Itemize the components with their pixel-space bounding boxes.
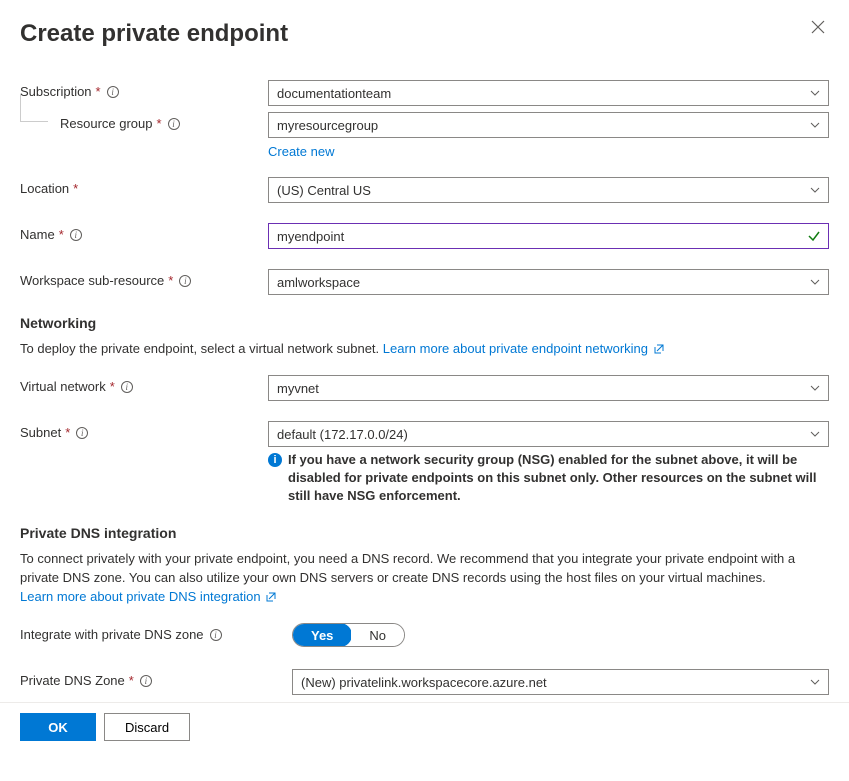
vnet-label: Virtual network * i xyxy=(20,375,268,394)
networking-learn-more-link[interactable]: Learn more about private endpoint networ… xyxy=(383,341,664,356)
info-icon[interactable]: i xyxy=(76,427,88,439)
external-link-icon xyxy=(266,588,276,607)
workspace-sub-label: Workspace sub-resource * i xyxy=(20,269,268,288)
info-icon[interactable]: i xyxy=(121,381,133,393)
external-link-icon xyxy=(654,340,664,359)
info-icon[interactable]: i xyxy=(70,229,82,241)
resource-group-select[interactable]: myresourcegroup xyxy=(268,112,829,138)
dns-learn-more-link[interactable]: Learn more about private DNS integration xyxy=(20,589,276,604)
info-icon[interactable]: i xyxy=(168,118,180,130)
subnet-select[interactable]: default (172.17.0.0/24) xyxy=(268,421,829,447)
toggle-yes[interactable]: Yes xyxy=(292,623,352,647)
footer: OK Discard xyxy=(0,702,849,751)
ok-button[interactable]: OK xyxy=(20,713,96,741)
resource-group-label: Resource group * i xyxy=(60,112,268,131)
subscription-label: Subscription * i xyxy=(20,80,268,99)
info-circle-icon: i xyxy=(268,453,282,467)
info-icon[interactable]: i xyxy=(140,675,152,687)
dns-zone-select[interactable]: (New) privatelink.workspacecore.azure.ne… xyxy=(292,669,829,695)
check-icon xyxy=(807,229,821,243)
toggle-no[interactable]: No xyxy=(351,624,404,646)
dns-description: To connect privately with your private e… xyxy=(20,549,829,607)
workspace-sub-select[interactable]: amlworkspace xyxy=(268,269,829,295)
subnet-label: Subnet * i xyxy=(20,421,268,440)
name-input[interactable]: myendpoint xyxy=(268,223,829,249)
info-icon[interactable]: i xyxy=(107,86,119,98)
tree-line xyxy=(20,94,48,122)
dns-heading: Private DNS integration xyxy=(20,525,829,541)
info-icon[interactable]: i xyxy=(179,275,191,287)
info-icon[interactable]: i xyxy=(210,629,222,641)
create-new-link[interactable]: Create new xyxy=(268,144,334,159)
integrate-label: Integrate with private DNS zone i xyxy=(20,623,292,642)
location-label: Location * xyxy=(20,177,268,196)
subscription-select[interactable]: documentationteam xyxy=(268,80,829,106)
name-label: Name * i xyxy=(20,223,268,242)
networking-heading: Networking xyxy=(20,315,829,331)
vnet-select[interactable]: myvnet xyxy=(268,375,829,401)
location-select[interactable]: (US) Central US xyxy=(268,177,829,203)
page-title: Create private endpoint xyxy=(20,20,288,48)
integrate-toggle[interactable]: Yes No xyxy=(292,623,405,647)
close-button[interactable] xyxy=(807,16,829,41)
nsg-info: i If you have a network security group (… xyxy=(268,451,829,505)
networking-description: To deploy the private endpoint, select a… xyxy=(20,339,829,359)
discard-button[interactable]: Discard xyxy=(104,713,190,741)
close-icon xyxy=(811,22,825,37)
dns-zone-label: Private DNS Zone * i xyxy=(20,669,292,688)
